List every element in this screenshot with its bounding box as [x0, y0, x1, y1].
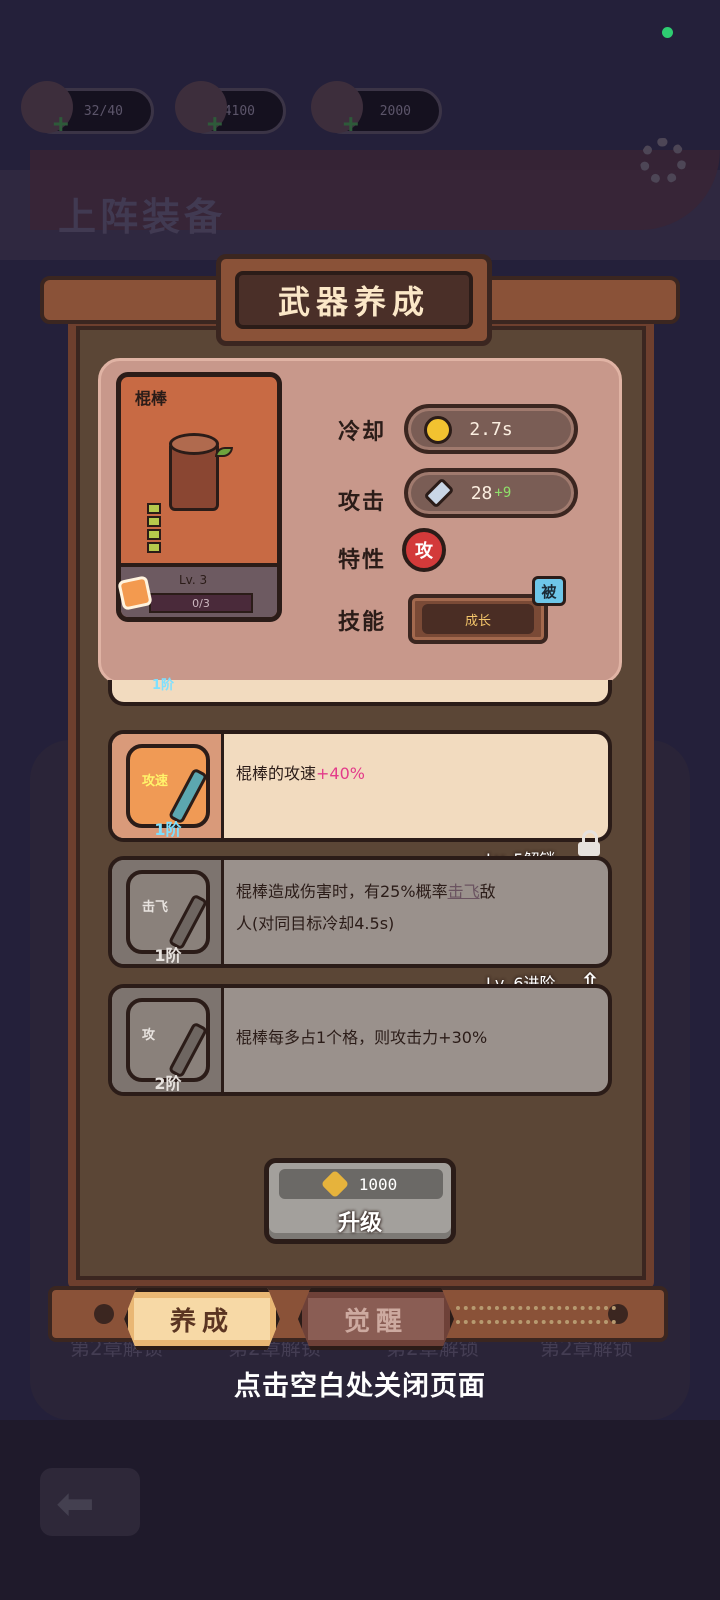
tab-awaken[interactable]: 觉醒 [298, 1288, 454, 1350]
back-arrow-icon: ⬅ [56, 1476, 95, 1530]
weapon-level: Lv. 3 [179, 573, 208, 587]
upgrade-tier: 1阶 [154, 946, 182, 965]
resource-swirl[interactable]: + 2000 [311, 81, 442, 139]
upgrade-row-grid-attack[interactable]: 攻 2阶 棍棒每多占1个格，则攻击力+30% [108, 984, 612, 1096]
key-icon [320, 1169, 349, 1199]
resource-keys[interactable]: + 4100 [175, 81, 286, 139]
cooldown-value: 2.7s [469, 418, 513, 440]
tab-train[interactable]: 养成 [124, 1288, 280, 1350]
close-hint[interactable]: 点击空白处关闭页面 [0, 1364, 720, 1403]
upgrade-value: +40% [316, 764, 365, 783]
plus-icon: + [207, 109, 223, 139]
upgrade-icon-cell: 攻 2阶 [112, 988, 224, 1092]
trait-attack-badge[interactable]: 攻 [402, 528, 446, 572]
dialog-title-plate: 武器养成 [216, 254, 492, 346]
upgrade-description: 棍棒每多占1个格，则攻击力+30% [236, 1028, 488, 1047]
upgrade-tag: 攻速 [142, 774, 169, 789]
stopwatch-icon [424, 416, 452, 444]
skill-name: 成长 [422, 604, 534, 634]
resource-hearts[interactable]: + 32/40 [21, 81, 154, 139]
upgrade-tier: 1阶 [152, 678, 175, 693]
settings-gear-icon[interactable] [640, 138, 686, 184]
lock-icon [578, 830, 600, 856]
skill-button[interactable]: 成长 [408, 594, 548, 644]
attack-value: 28 [470, 482, 493, 504]
cooldown-pill: 2.7s [404, 404, 578, 454]
upgrade-button[interactable]: 1000 升级 [264, 1158, 456, 1244]
keyword-link[interactable]: 击飞 [448, 882, 480, 901]
skill-label: 技能 [338, 609, 387, 635]
cooldown-label: 冷却 [338, 419, 387, 445]
upgrade-icon-cell: 攻速 1阶 [112, 734, 224, 838]
attack-label: 攻击 [338, 489, 387, 515]
attack-pill: 28 +9 [404, 468, 578, 518]
upgrade-row-attack-speed[interactable]: 攻速 1阶 棍棒的攻速+40% [108, 730, 612, 842]
resource-value: 32/40 [83, 103, 123, 119]
upgrade-tag: 攻 [142, 1028, 156, 1043]
leaf-icon [215, 447, 233, 457]
section-title: 上阵装备 [58, 195, 227, 239]
resource-value: 4100 [223, 103, 255, 119]
upgrade-row-partial: 1阶 [108, 678, 612, 706]
tab-bar-knob [94, 1304, 114, 1324]
upgrade-row-knockback[interactable]: 击飞 1阶 棍棒造成伤害时，有25%概率击飞敌 人(对同目标冷却4.5s) [108, 856, 612, 968]
fragment-progress: 0/3 [149, 593, 253, 613]
status-dot [662, 27, 673, 38]
chain-decoration [456, 1306, 616, 1324]
puzzle-piece-icon [117, 575, 153, 611]
grid-size-bars [147, 503, 161, 555]
dialog-title: 武器养成 [235, 271, 473, 329]
upgrade-description: 棍棒造成伤害时，有25%概率击飞敌 人(对同目标冷却4.5s) [236, 882, 496, 933]
resource-value: 2000 [379, 103, 411, 119]
upgrade-button-label: 升级 [337, 1211, 382, 1236]
plus-icon: + [343, 109, 359, 139]
upgrade-description: 棍棒的攻速+40% [236, 764, 365, 783]
sword-icon [423, 477, 455, 509]
club-icon-top [169, 433, 219, 455]
upgrade-tier: 1阶 [154, 820, 182, 839]
trait-label: 特性 [338, 547, 387, 573]
attack-bonus: +9 [494, 485, 512, 501]
back-button[interactable]: ⬅ [40, 1468, 140, 1536]
weapon-name: 棍棒 [135, 389, 168, 408]
upgrade-tag: 击飞 [142, 900, 169, 915]
upgrade-tier: 2阶 [154, 1074, 182, 1093]
upgrade-cost: 1000 [279, 1169, 443, 1199]
plus-icon: + [53, 109, 69, 139]
upgrade-icon-cell: 击飞 1阶 [112, 860, 224, 964]
passive-tag: 被 [532, 576, 566, 606]
